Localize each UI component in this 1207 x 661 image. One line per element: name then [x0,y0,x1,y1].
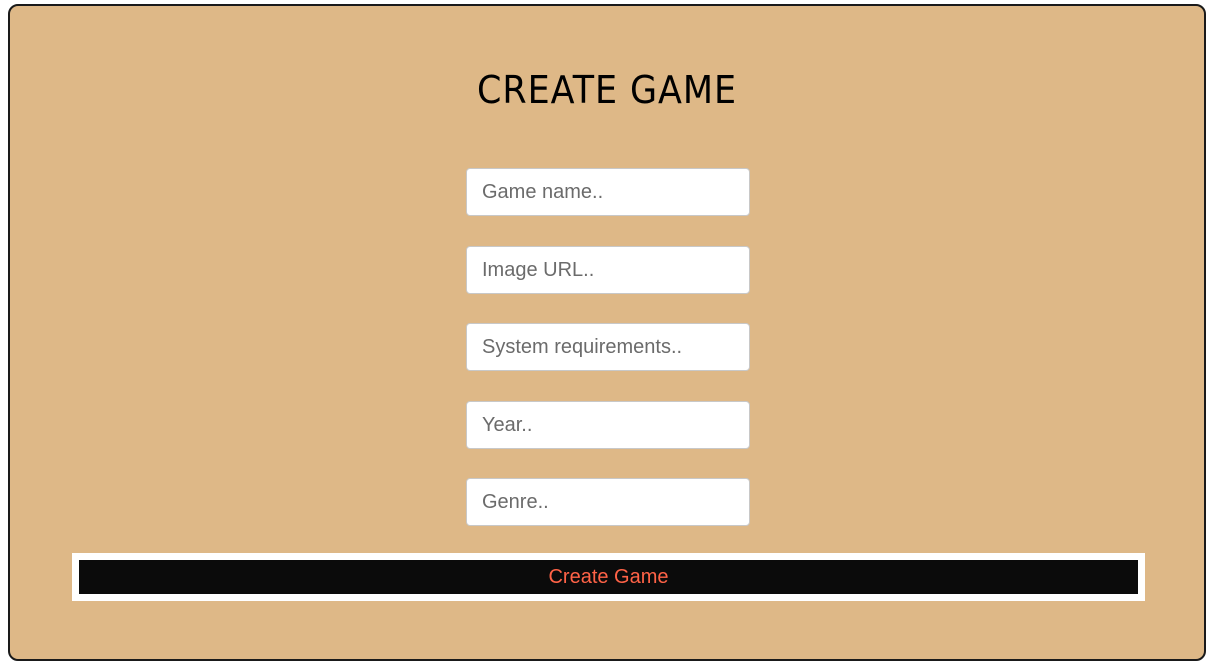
game-name-input[interactable] [466,168,750,216]
genre-input[interactable] [466,478,750,526]
year-input[interactable] [466,401,750,449]
page-title: CREATE GAME [477,68,737,112]
create-game-button[interactable]: Create Game [79,560,1138,594]
image-url-input[interactable] [466,246,750,294]
submit-button-frame: Create Game [72,553,1145,601]
create-game-card: CREATE GAME Create Game [8,4,1206,661]
system-requirements-input[interactable] [466,323,750,371]
